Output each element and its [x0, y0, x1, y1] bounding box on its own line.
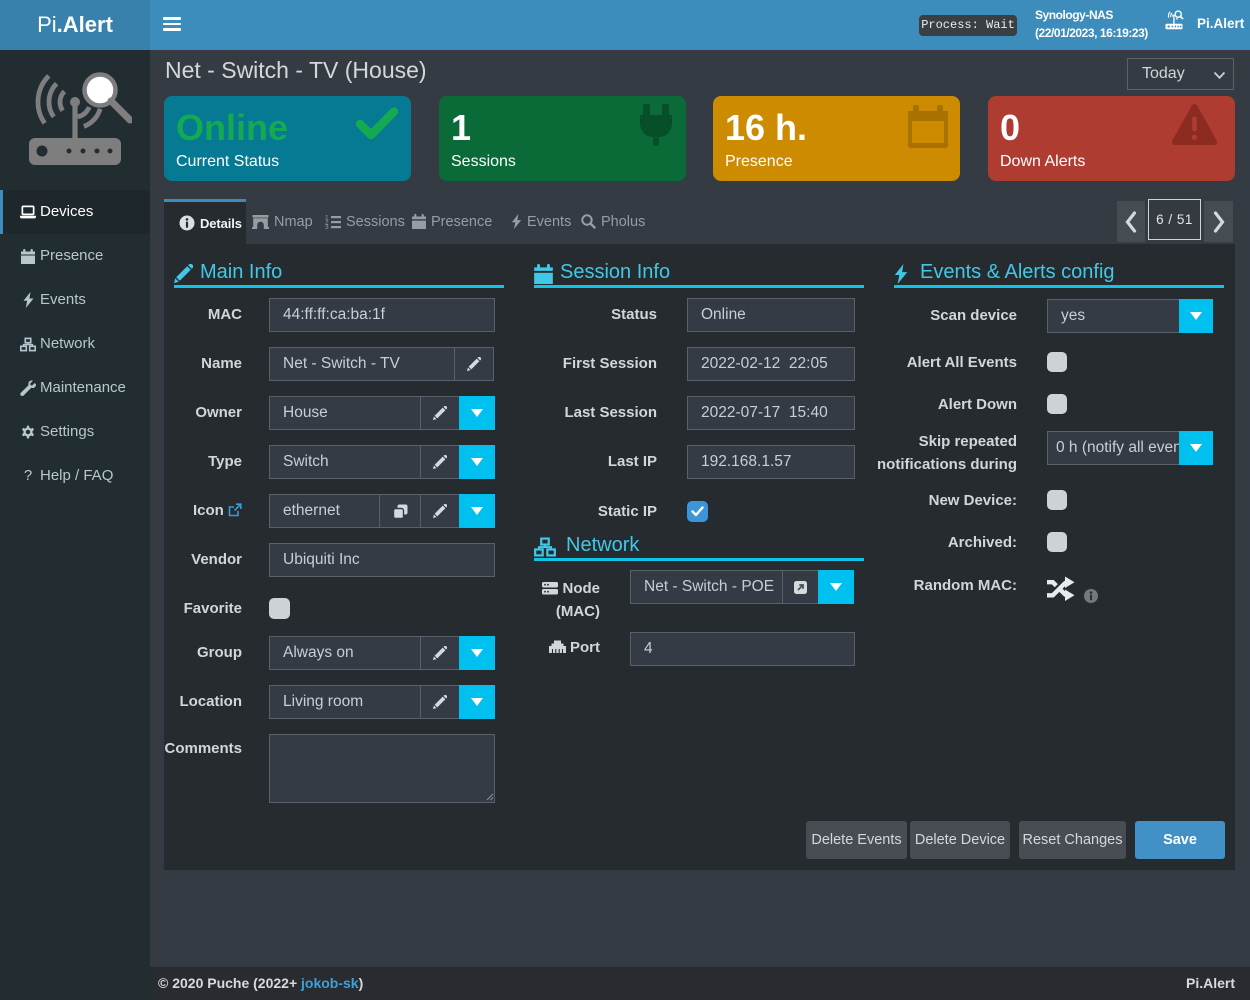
svg-text:3: 3 [325, 224, 329, 229]
